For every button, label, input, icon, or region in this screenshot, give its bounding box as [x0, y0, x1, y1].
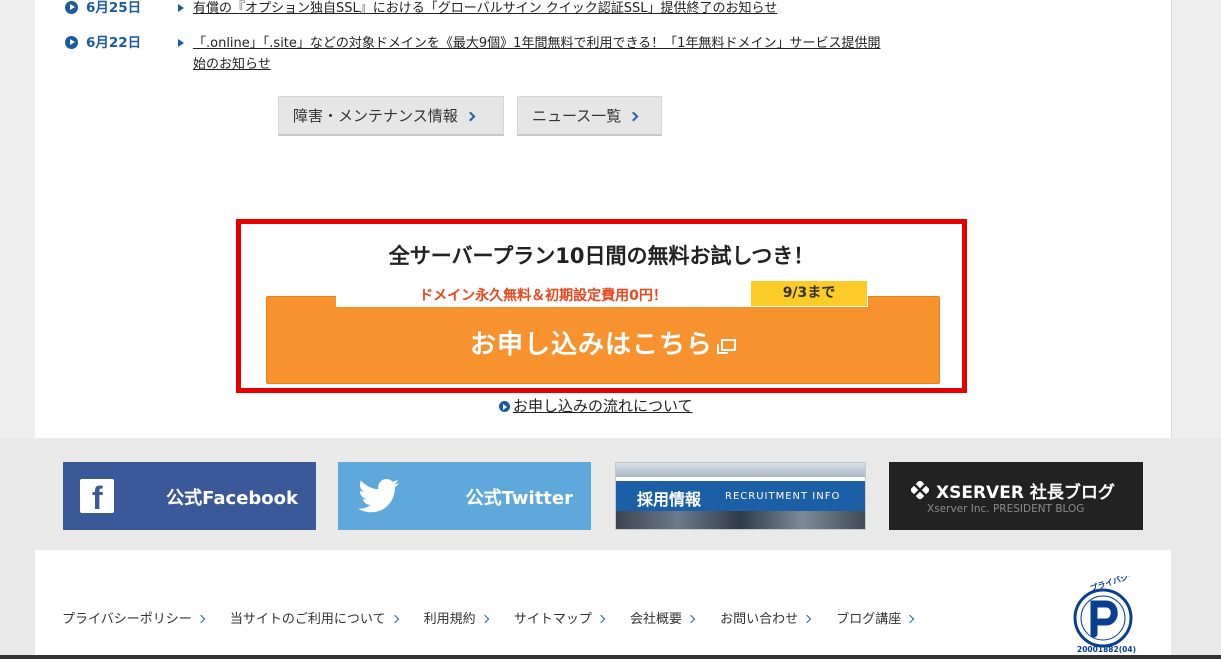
blog-subtitle: Xserver Inc. PRESIDENT BLOG: [927, 503, 1085, 515]
twitter-label: 公式Twitter: [465, 488, 573, 509]
apply-button-label[interactable]: お申し込みはこちら: [266, 324, 940, 361]
footer-link-site-usage[interactable]: 当サイトのご利用について: [230, 612, 399, 627]
recruit-photo-bottom: [616, 511, 865, 529]
news-list-label: ニュース一覧: [532, 107, 622, 125]
promo-title: 全サーバープラン10日間の無料お試しつき！: [388, 244, 815, 268]
play-circle-icon: [499, 401, 510, 412]
play-circle-icon: [65, 1, 78, 14]
footer: [35, 550, 1171, 655]
maintenance-info-label: 障害・メンテナンス情報: [293, 107, 458, 125]
deadline-badge: 9/3まで: [751, 281, 867, 306]
news-list-button[interactable]: ニュース一覧: [517, 96, 662, 136]
chevron-right-icon: [802, 614, 812, 624]
promo-strip-text: ドメイン永久無料＆初期設定費用0円！: [419, 288, 667, 304]
svg-text:20001882(04): 20001882(04): [1077, 645, 1136, 654]
external-window-icon: [717, 339, 736, 354]
recruit-title: 採用情報: [637, 490, 702, 509]
footer-links: プライバシーポリシー 当サイトのご利用について 利用規約 サイトマップ 会社概要…: [62, 608, 935, 627]
maintenance-info-button[interactable]: 障害・メンテナンス情報: [278, 96, 504, 136]
footer-link-privacy-policy[interactable]: プライバシーポリシー: [62, 612, 205, 627]
recruit-subtitle: RECRUITMENT INFO: [725, 491, 841, 502]
chevron-right-icon: [465, 111, 476, 122]
chevron-right-icon: [196, 614, 205, 624]
chevron-right-icon: [480, 614, 489, 624]
page-left-gutter: [0, 0, 35, 438]
footer-link-sitemap[interactable]: サイトマップ: [514, 612, 606, 627]
footer-link-contact[interactable]: お問い合わせ: [720, 612, 812, 627]
footer-link-blog-course[interactable]: ブログ講座: [836, 612, 915, 627]
twitter-bird-icon: [358, 479, 399, 513]
news-date: 6月25日: [65, 0, 175, 19]
recruit-banner[interactable]: 採用情報 RECRUITMENT INFO: [615, 462, 866, 530]
footer-link-terms[interactable]: 利用規約: [424, 612, 489, 627]
blog-title: XSERVER 社長ブログ: [936, 483, 1115, 503]
footer-link-company[interactable]: 会社概要: [630, 612, 696, 627]
chevron-right-icon: [628, 111, 639, 122]
recruit-photo-top: [616, 463, 865, 477]
play-circle-icon: [65, 36, 78, 49]
facebook-banner[interactable]: f 公式Facebook: [63, 462, 316, 530]
chevron-right-icon: [686, 614, 696, 624]
facebook-icon: f: [80, 479, 114, 514]
xserver-logo-icon: [911, 481, 929, 499]
bottom-bar: [0, 655, 1221, 659]
chevron-right-icon: [596, 614, 606, 624]
apply-flow-link[interactable]: お申し込みの流れについて: [499, 395, 693, 416]
chevron-right-icon: [390, 614, 399, 624]
twitter-banner[interactable]: 公式Twitter: [338, 462, 591, 530]
facebook-label: 公式Facebook: [166, 488, 298, 509]
page-right-gutter: [1171, 0, 1221, 438]
news-title-link[interactable]: 「.online」「.site」などの対象ドメインを《最大9個》1年間無料で利用…: [193, 33, 883, 75]
triangle-right-icon: [178, 4, 184, 12]
news-date: 6月22日: [65, 33, 175, 54]
news-title-link[interactable]: 有償の『オプション独自SSL』における「グローバルサイン クイック認証SSL」提…: [193, 0, 883, 19]
privacy-mark-icon[interactable]: プライバシー 20001882(04): [1063, 576, 1149, 654]
triangle-right-icon: [178, 39, 184, 47]
chevron-right-icon: [906, 614, 915, 624]
president-blog-banner[interactable]: XSERVER 社長ブログ Xserver Inc. PRESIDENT BLO…: [889, 462, 1143, 530]
